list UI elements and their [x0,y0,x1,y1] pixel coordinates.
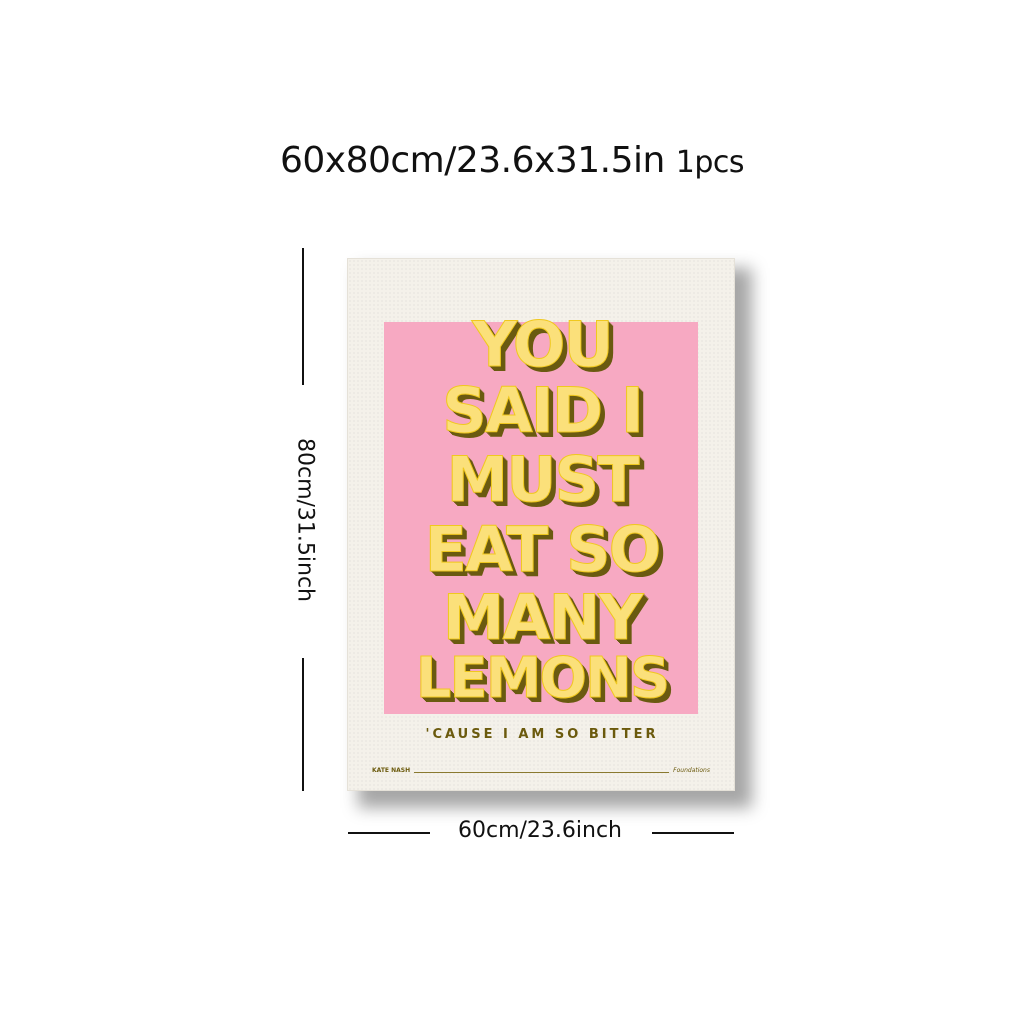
lyric-line: YOU [472,308,615,381]
lyric-line: MANY [442,581,643,654]
height-label: 80cm/31.5inch [292,437,318,603]
lyric-line: LEMONS [415,646,670,711]
lyric-line: EAT SO [424,513,662,586]
song-title: Foundations [673,767,710,774]
product-image: 60x80cm/23.6x31.5in 1pcs 80cm/31.5inch 6… [0,0,1024,1024]
size-title: 60x80cm/23.6x31.5in 1pcs [0,140,1024,181]
lyric-line: SAID I [442,374,645,447]
quantity-label: 1pcs [675,145,745,180]
size-label: 60x80cm/23.6x31.5in [279,140,665,181]
height-line-top [302,248,304,385]
width-label: 60cm/23.6inch [457,818,622,843]
artist-name: KATE NASH [372,767,411,774]
poster: YOU SAID I MUST EAT SO MANY LEMONS 'CAUS… [347,258,735,791]
poster-footer: KATE NASH Foundations [372,767,710,774]
footer-rule [414,772,670,773]
lyric-subline: 'CAUSE I AM SO BITTER [425,727,659,742]
height-line-bottom [302,658,304,791]
lyric-line: MUST [446,443,640,516]
